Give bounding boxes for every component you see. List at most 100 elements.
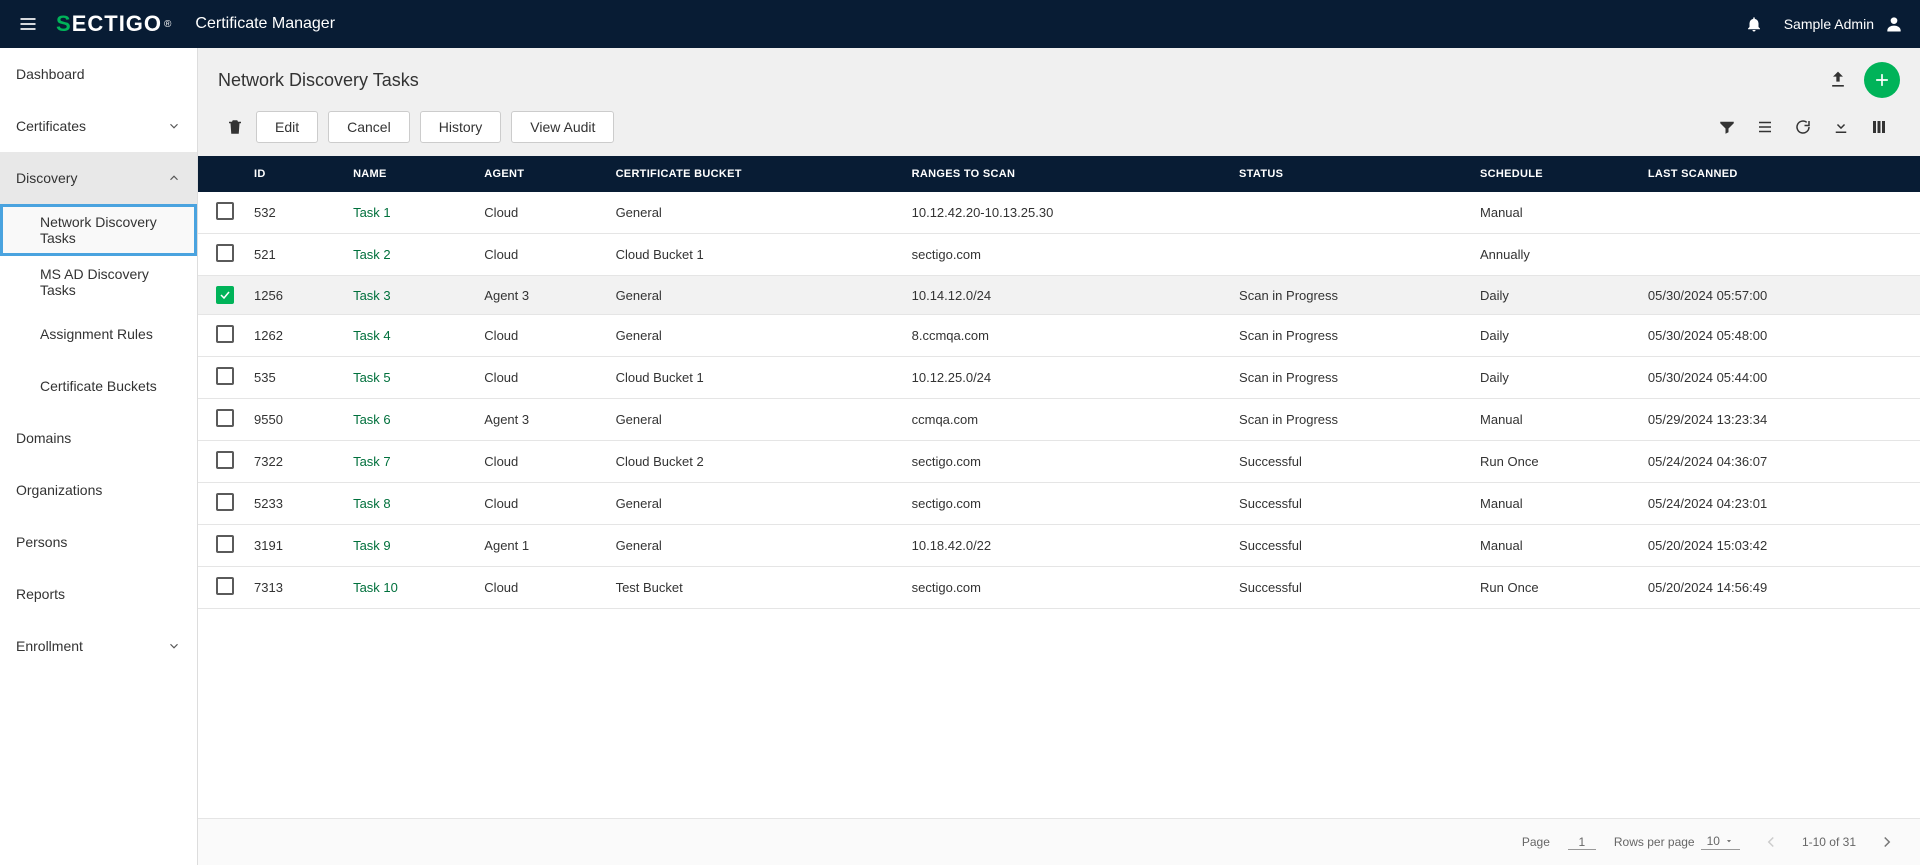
- delete-button[interactable]: [218, 110, 252, 144]
- download-button[interactable]: [1824, 110, 1858, 144]
- sidebar-item-dashboard[interactable]: Dashboard: [0, 48, 197, 100]
- sidebar-item-certificates[interactable]: Certificates: [0, 100, 197, 152]
- table-row[interactable]: 9550Task 6Agent 3Generalccmqa.comScan in…: [198, 399, 1920, 441]
- hamburger-icon: [18, 14, 38, 34]
- cell-bucket: Cloud Bucket 1: [606, 357, 902, 399]
- sidebar-item-enrollment[interactable]: Enrollment: [0, 620, 197, 672]
- cell-agent: Cloud: [474, 234, 605, 276]
- row-checkbox[interactable]: [216, 367, 234, 385]
- cell-schedule: Manual: [1470, 483, 1638, 525]
- table-row[interactable]: 3191Task 9Agent 1General10.18.42.0/22Suc…: [198, 525, 1920, 567]
- table-row[interactable]: 7313Task 10CloudTest Bucketsectigo.comSu…: [198, 567, 1920, 609]
- row-checkbox[interactable]: [216, 493, 234, 511]
- row-checkbox[interactable]: [216, 535, 234, 553]
- hamburger-menu-button[interactable]: [16, 12, 40, 36]
- bell-icon: [1745, 15, 1763, 33]
- sidebar-subitem-ms-ad-discovery-tasks[interactable]: MS AD Discovery Tasks: [0, 256, 197, 308]
- view-audit-button[interactable]: View Audit: [511, 111, 614, 143]
- page-input[interactable]: [1568, 835, 1596, 850]
- table-row[interactable]: 535Task 5CloudCloud Bucket 110.12.25.0/2…: [198, 357, 1920, 399]
- current-user[interactable]: Sample Admin: [1784, 14, 1904, 34]
- add-button[interactable]: [1864, 62, 1900, 98]
- column-header-id[interactable]: ID: [244, 156, 343, 192]
- list-view-button[interactable]: [1748, 110, 1782, 144]
- cell-status: Successful: [1229, 441, 1470, 483]
- sidebar-item-label: Dashboard: [16, 66, 85, 82]
- sidebar-item-persons[interactable]: Persons: [0, 516, 197, 568]
- column-header-ranges-to-scan[interactable]: RANGES TO SCAN: [902, 156, 1229, 192]
- row-checkbox[interactable]: [216, 451, 234, 469]
- rpp-select[interactable]: 10: [1701, 834, 1740, 850]
- edit-button[interactable]: Edit: [256, 111, 318, 143]
- columns-icon: [1870, 118, 1888, 136]
- cell-schedule: Run Once: [1470, 567, 1638, 609]
- columns-button[interactable]: [1862, 110, 1896, 144]
- cancel-button[interactable]: Cancel: [328, 111, 410, 143]
- table-row[interactable]: 532Task 1CloudGeneral10.12.42.20-10.13.2…: [198, 192, 1920, 234]
- plus-icon: [1872, 70, 1892, 90]
- sidebar-subitem-label: Certificate Buckets: [40, 378, 157, 394]
- column-header-agent[interactable]: AGENT: [474, 156, 605, 192]
- filter-button[interactable]: [1710, 110, 1744, 144]
- cell-status: Scan in Progress: [1229, 399, 1470, 441]
- filter-icon: [1718, 118, 1736, 136]
- cell-last: 05/24/2024 04:23:01: [1638, 483, 1920, 525]
- sidebar-item-discovery[interactable]: Discovery: [0, 152, 197, 204]
- table-row[interactable]: 7322Task 7CloudCloud Bucket 2sectigo.com…: [198, 441, 1920, 483]
- sidebar-item-domains[interactable]: Domains: [0, 412, 197, 464]
- column-header-certificate-bucket[interactable]: CERTIFICATE BUCKET: [606, 156, 902, 192]
- upload-button[interactable]: [1820, 62, 1856, 98]
- cell-ranges: 10.12.25.0/24: [902, 357, 1229, 399]
- row-checkbox[interactable]: [216, 202, 234, 220]
- cell-agent: Cloud: [474, 441, 605, 483]
- cell-name: Task 1: [343, 192, 474, 234]
- next-page-button[interactable]: [1874, 829, 1900, 855]
- chevron-down-icon: [167, 119, 181, 133]
- cell-last: 05/20/2024 15:03:42: [1638, 525, 1920, 567]
- row-checkbox[interactable]: [216, 409, 234, 427]
- cell-schedule: Daily: [1470, 276, 1638, 315]
- cell-agent: Cloud: [474, 483, 605, 525]
- cell-last: 05/24/2024 04:36:07: [1638, 441, 1920, 483]
- page-title: Network Discovery Tasks: [218, 70, 1812, 91]
- logo-first-letter: S: [56, 11, 72, 36]
- app-title: Certificate Manager: [195, 15, 335, 33]
- sidebar-item-organizations[interactable]: Organizations: [0, 464, 197, 516]
- sidebar-subitem-certificate-buckets[interactable]: Certificate Buckets: [0, 360, 197, 412]
- cell-status: Scan in Progress: [1229, 357, 1470, 399]
- column-header-status[interactable]: STATUS: [1229, 156, 1470, 192]
- sidebar-item-reports[interactable]: Reports: [0, 568, 197, 620]
- rows-per-page: Rows per page 10: [1614, 834, 1740, 850]
- column-header-schedule[interactable]: SCHEDULE: [1470, 156, 1638, 192]
- history-button[interactable]: History: [420, 111, 502, 143]
- sidebar-subitem-assignment-rules[interactable]: Assignment Rules: [0, 308, 197, 360]
- notifications-button[interactable]: [1740, 10, 1768, 38]
- sidebar-item-label: Organizations: [16, 482, 102, 498]
- cell-agent: Cloud: [474, 567, 605, 609]
- cell-status: Successful: [1229, 525, 1470, 567]
- chevron-left-icon: [1762, 833, 1780, 851]
- sidebar-subitem-label: MS AD Discovery Tasks: [40, 266, 181, 298]
- cell-id: 532: [244, 192, 343, 234]
- column-header-name[interactable]: NAME: [343, 156, 474, 192]
- row-checkbox[interactable]: [216, 325, 234, 343]
- brand-logo: SECTIGO®: [56, 11, 171, 37]
- sidebar-nav: Dashboard CertificatesDiscoveryNetwork Di…: [0, 48, 198, 865]
- cell-status: Scan in Progress: [1229, 276, 1470, 315]
- sidebar-item-label: Persons: [16, 534, 67, 550]
- cell-last: [1638, 192, 1920, 234]
- cell-ranges: sectigo.com: [902, 441, 1229, 483]
- row-checkbox[interactable]: [216, 286, 234, 304]
- table-row[interactable]: 521Task 2CloudCloud Bucket 1sectigo.comA…: [198, 234, 1920, 276]
- table-row[interactable]: 1256Task 3Agent 3General10.14.12.0/24Sca…: [198, 276, 1920, 315]
- table-row[interactable]: 1262Task 4CloudGeneral8.ccmqa.comScan in…: [198, 315, 1920, 357]
- column-header-last-scanned[interactable]: LAST SCANNED: [1638, 156, 1920, 192]
- cell-id: 535: [244, 357, 343, 399]
- prev-page-button[interactable]: [1758, 829, 1784, 855]
- refresh-button[interactable]: [1786, 110, 1820, 144]
- row-checkbox[interactable]: [216, 577, 234, 595]
- sidebar-subitem-network-discovery-tasks[interactable]: Network Discovery Tasks: [0, 204, 197, 256]
- row-checkbox[interactable]: [216, 244, 234, 262]
- pagination: Page Rows per page 10 1-10 of 31: [198, 818, 1920, 865]
- table-row[interactable]: 5233Task 8CloudGeneralsectigo.comSuccess…: [198, 483, 1920, 525]
